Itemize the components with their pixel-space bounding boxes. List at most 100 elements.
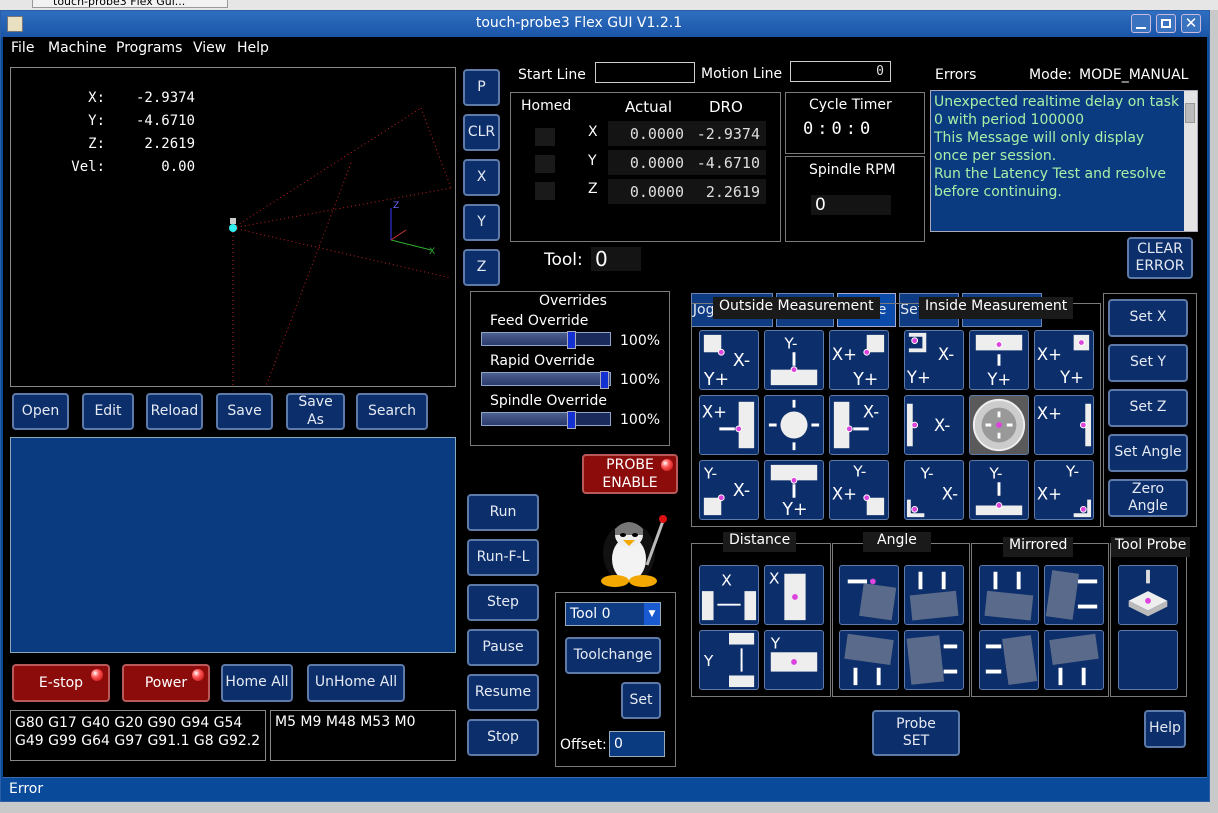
help-button[interactable]: Help bbox=[1144, 710, 1186, 748]
probe-inside-left[interactable]: X- bbox=[904, 395, 964, 455]
set-y-button[interactable]: Set Y bbox=[1108, 344, 1188, 382]
probe-inside-bottom-right[interactable]: Y- X+ bbox=[1034, 460, 1094, 520]
run-from-line-button[interactable]: Run-F-L bbox=[467, 539, 539, 576]
distance-x-inside[interactable]: X bbox=[764, 565, 824, 625]
probe-outside-left[interactable]: X+ bbox=[699, 395, 759, 455]
mode-value: MODE_MANUAL bbox=[1079, 67, 1189, 83]
rapid-override-value: 100% bbox=[620, 372, 661, 388]
clr-button[interactable]: CLR bbox=[463, 114, 500, 151]
timer-seconds: 0 bbox=[860, 119, 871, 139]
angle-bottom-right[interactable] bbox=[904, 630, 964, 690]
menu-programs[interactable]: Programs bbox=[116, 40, 182, 56]
probe-enable-led bbox=[661, 459, 673, 471]
set-z-button[interactable]: Set Z bbox=[1108, 389, 1188, 427]
mode-label: Mode: bbox=[1029, 67, 1072, 83]
probe-outside-bottom-right[interactable]: Y- X+ bbox=[829, 460, 889, 520]
mirrored-top-right[interactable] bbox=[1044, 565, 1104, 625]
svg-text:Y-: Y- bbox=[988, 464, 1002, 482]
gcode-viewer[interactable] bbox=[10, 437, 456, 653]
probe-outside-bottom-left[interactable]: Y- X- bbox=[699, 460, 759, 520]
distance-y-outside[interactable]: Y bbox=[699, 630, 759, 690]
svg-text:X: X bbox=[769, 569, 780, 587]
svg-text:X+: X+ bbox=[1037, 485, 1062, 504]
x-button[interactable]: X bbox=[463, 159, 500, 196]
mirrored-top-left[interactable] bbox=[979, 565, 1039, 625]
probe-inside-bottom[interactable]: Y- bbox=[969, 460, 1029, 520]
plot-value-x: -2.9374 bbox=[135, 90, 195, 106]
toolchange-button[interactable]: Toolchange bbox=[565, 637, 661, 674]
z-button[interactable]: Z bbox=[463, 249, 500, 286]
close-icon[interactable]: ✕ bbox=[1181, 14, 1201, 33]
probe-outside-bottom[interactable]: Y+ bbox=[764, 460, 824, 520]
slider-knob[interactable] bbox=[600, 371, 609, 389]
mirrored-bottom-left[interactable] bbox=[979, 630, 1039, 690]
menu-machine[interactable]: Machine bbox=[48, 40, 107, 56]
set-x-button[interactable]: Set X bbox=[1108, 299, 1188, 337]
probe-inside-top-right[interactable]: X+ Y+ bbox=[1034, 330, 1094, 390]
axis-label-x: X bbox=[588, 124, 598, 140]
tool-set-button[interactable]: Set bbox=[621, 682, 661, 719]
probe-outside-top[interactable]: Y- bbox=[764, 330, 824, 390]
spindle-override-slider[interactable] bbox=[481, 411, 611, 429]
mirrored-bottom-right[interactable] bbox=[1044, 630, 1104, 690]
svg-text:X+: X+ bbox=[832, 485, 857, 504]
stop-button[interactable]: Stop bbox=[467, 719, 539, 756]
angle-top-left[interactable] bbox=[839, 565, 899, 625]
unhome-all-button[interactable]: UnHome All bbox=[307, 664, 405, 702]
maximize-button[interactable] bbox=[1156, 14, 1176, 33]
probe-outside-top-right[interactable]: X+ Y+ bbox=[829, 330, 889, 390]
zero-angle-button[interactable]: Zero Angle bbox=[1108, 479, 1188, 517]
reload-button[interactable]: Reload bbox=[146, 393, 203, 430]
slider-knob[interactable] bbox=[566, 331, 576, 349]
minimize-button[interactable] bbox=[1131, 14, 1151, 33]
open-button[interactable]: Open bbox=[12, 393, 69, 430]
step-button[interactable]: Step bbox=[467, 584, 539, 621]
probe-outside-center[interactable] bbox=[764, 395, 824, 455]
search-button[interactable]: Search bbox=[356, 393, 428, 430]
menu-help[interactable]: Help bbox=[237, 40, 269, 56]
probe-inside-center[interactable] bbox=[969, 395, 1029, 455]
tool-select-value: Tool 0 bbox=[570, 606, 611, 622]
offset-input[interactable]: 0 bbox=[609, 731, 665, 757]
clear-error-button[interactable]: CLEAR ERROR bbox=[1127, 237, 1193, 279]
save-as-button[interactable]: Save As bbox=[286, 393, 345, 430]
probe-inside-right[interactable]: X+ bbox=[1034, 395, 1094, 455]
angle-bottom-left[interactable] bbox=[839, 630, 899, 690]
start-line-input[interactable] bbox=[595, 62, 695, 83]
probe-set-button[interactable]: Probe SET bbox=[872, 710, 960, 756]
taskbar-tab[interactable]: touch-probe3 Flex Gui... bbox=[32, 0, 228, 8]
probe-outside-top-left[interactable]: X- Y+ bbox=[699, 330, 759, 390]
set-angle-button[interactable]: Set Angle bbox=[1108, 434, 1188, 472]
angle-top-right[interactable] bbox=[904, 565, 964, 625]
toolpath-plot[interactable]: Z X X: -2.9374 Y: -4.6710 Z: 2.2619 Vel:… bbox=[10, 67, 456, 387]
distance-x-outside[interactable]: X bbox=[699, 565, 759, 625]
home-all-button[interactable]: Home All bbox=[221, 664, 293, 702]
probe-inside-bottom-left[interactable]: Y- X- bbox=[904, 460, 964, 520]
y-button[interactable]: Y bbox=[463, 204, 500, 241]
start-line-label: Start Line bbox=[518, 67, 586, 83]
run-button[interactable]: Run bbox=[467, 494, 539, 531]
errors-scrollbar[interactable] bbox=[1184, 91, 1197, 231]
offset-label: Offset: bbox=[560, 737, 607, 753]
distance-y-inside[interactable]: Y bbox=[764, 630, 824, 690]
tool-select[interactable]: Tool 0 ▼ bbox=[565, 602, 661, 626]
slider-fill bbox=[482, 373, 610, 385]
menu-view[interactable]: View bbox=[193, 40, 226, 56]
save-button[interactable]: Save bbox=[216, 393, 273, 430]
probe-inside-top-left[interactable]: X- Y+ bbox=[904, 330, 964, 390]
errors-box[interactable]: Unexpected realtime delay on task 0 with… bbox=[930, 90, 1198, 232]
probe-outside-right[interactable]: X- bbox=[829, 395, 889, 455]
svg-text:X-: X- bbox=[942, 485, 958, 504]
tool-probe-empty-button[interactable] bbox=[1118, 630, 1178, 690]
probe-inside-top[interactable]: Y+ bbox=[969, 330, 1029, 390]
rapid-override-slider[interactable] bbox=[481, 371, 611, 389]
cycle-timer-display: 0:0:0 bbox=[803, 119, 898, 141]
edit-button[interactable]: Edit bbox=[82, 393, 134, 430]
pause-button[interactable]: Pause bbox=[467, 629, 539, 666]
resume-button[interactable]: Resume bbox=[467, 674, 539, 711]
tool-probe-button[interactable] bbox=[1118, 565, 1178, 625]
p-button[interactable]: P bbox=[463, 69, 500, 106]
menu-file[interactable]: File bbox=[11, 40, 34, 56]
slider-knob[interactable] bbox=[566, 411, 576, 429]
feed-override-slider[interactable] bbox=[481, 331, 611, 349]
